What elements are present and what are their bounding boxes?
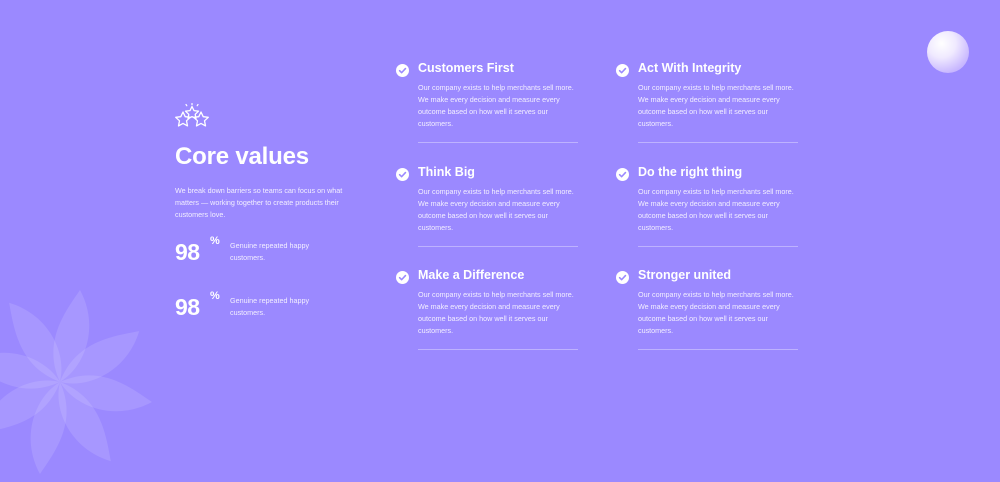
value-description: Our company exists to help merchants sel…	[418, 187, 574, 233]
stat-label: Genuine repeated happy customers.	[230, 296, 310, 317]
divider	[418, 246, 578, 247]
check-circle-icon	[396, 271, 409, 284]
value-title: Stronger united	[638, 268, 732, 282]
decorative-flower-shape	[0, 290, 152, 474]
stat-value: 98	[175, 239, 200, 265]
stat-unit: %	[210, 235, 220, 247]
check-circle-icon	[616, 64, 629, 77]
check-circle-icon	[396, 168, 409, 181]
check-circle-icon	[616, 168, 629, 181]
check-circle-icon	[616, 271, 629, 284]
stat-value: 98	[175, 294, 200, 320]
value-description: Our company exists to help merchants sel…	[638, 83, 794, 129]
intro-description: We break down barriers so teams can focu…	[175, 186, 343, 219]
three-stars-icon	[175, 103, 209, 127]
stat-unit: %	[210, 290, 220, 302]
value-title: Act With Integrity	[638, 61, 742, 75]
divider	[638, 246, 798, 247]
value-description: Our company exists to help merchants sel…	[418, 290, 574, 336]
value-description: Our company exists to help merchants sel…	[418, 83, 574, 129]
stat-label: Genuine repeated happy customers.	[230, 241, 310, 262]
check-circle-icon	[396, 64, 409, 77]
value-description: Our company exists to help merchants sel…	[638, 290, 794, 336]
divider	[638, 349, 798, 350]
value-title: Customers First	[418, 61, 514, 75]
value-title: Think Big	[418, 165, 475, 179]
value-title: Make a Difference	[418, 268, 525, 282]
value-description: Our company exists to help merchants sel…	[638, 187, 794, 233]
divider	[638, 142, 798, 143]
value-title: Do the right thing	[638, 165, 743, 179]
decorative-gradient-orb	[927, 31, 969, 73]
divider	[418, 349, 578, 350]
divider	[418, 142, 578, 143]
page-title: Core values	[175, 143, 309, 170]
